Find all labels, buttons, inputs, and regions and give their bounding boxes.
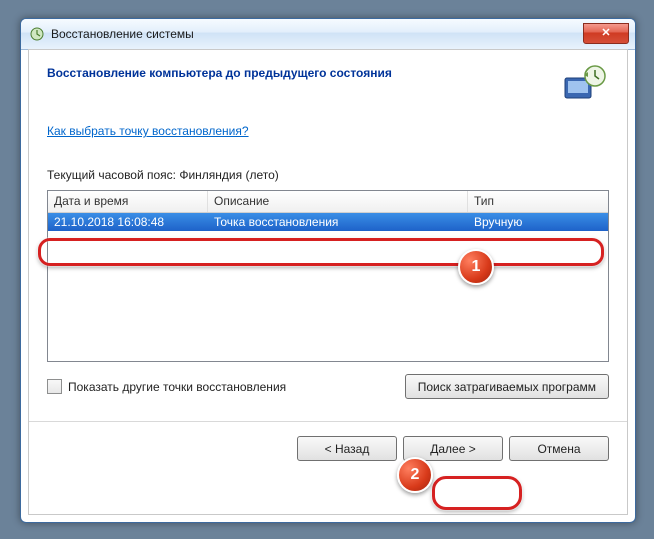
cell-description: Точка восстановления bbox=[208, 215, 468, 229]
restore-large-icon bbox=[563, 64, 609, 104]
titlebar[interactable]: Восстановление системы ✕ bbox=[21, 19, 635, 50]
page-heading: Восстановление компьютера до предыдущего… bbox=[47, 64, 563, 80]
close-icon: ✕ bbox=[601, 28, 610, 39]
cell-datetime: 21.10.2018 16:08:48 bbox=[48, 215, 208, 229]
show-more-label: Показать другие точки восстановления bbox=[68, 380, 286, 394]
cell-type: Вручную bbox=[468, 215, 608, 229]
col-type[interactable]: Тип bbox=[468, 191, 608, 212]
next-button[interactable]: Далее > bbox=[403, 436, 503, 461]
timezone-label: Текущий часовой пояс: Финляндия (лето) bbox=[29, 138, 627, 186]
restore-points-table: Дата и время Описание Тип 21.10.2018 16:… bbox=[47, 190, 609, 362]
close-button[interactable]: ✕ bbox=[583, 23, 629, 44]
client-area: Восстановление компьютера до предыдущего… bbox=[28, 49, 628, 515]
restore-icon bbox=[29, 26, 45, 42]
table-header: Дата и время Описание Тип bbox=[48, 191, 608, 213]
back-button[interactable]: < Назад bbox=[297, 436, 397, 461]
system-restore-window: Восстановление системы ✕ Восстановление … bbox=[20, 18, 636, 523]
col-datetime[interactable]: Дата и время bbox=[48, 191, 208, 212]
table-row[interactable]: 21.10.2018 16:08:48 Точка восстановления… bbox=[48, 213, 608, 231]
window-title: Восстановление системы bbox=[51, 27, 583, 41]
col-description[interactable]: Описание bbox=[208, 191, 468, 212]
cancel-button[interactable]: Отмена bbox=[509, 436, 609, 461]
scan-programs-button[interactable]: Поиск затрагиваемых программ bbox=[405, 374, 609, 399]
show-more-checkbox[interactable] bbox=[47, 379, 62, 394]
help-link[interactable]: Как выбрать точку восстановления? bbox=[47, 124, 249, 138]
